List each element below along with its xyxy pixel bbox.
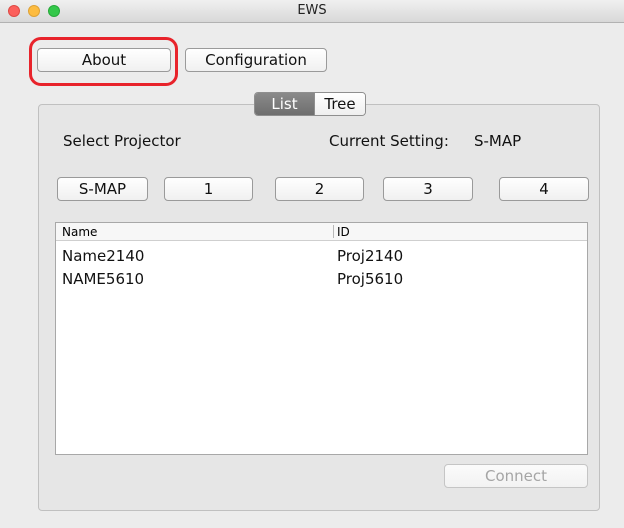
row-id-cell: Proj2140 <box>337 247 404 265</box>
column-header-name[interactable]: Name <box>62 225 97 239</box>
window-title: EWS <box>297 3 327 18</box>
projector-button-2[interactable]: 2 <box>275 177 364 201</box>
tab-list[interactable]: List <box>255 93 314 115</box>
connect-button[interactable]: Connect <box>444 464 588 488</box>
row-id-cell: Proj5610 <box>337 270 404 288</box>
tab-tree[interactable]: Tree <box>314 93 365 115</box>
projector-button-smap[interactable]: S-MAP <box>57 177 148 201</box>
table-header: Name ID <box>56 223 587 241</box>
row-name-cell: NAME5610 <box>62 270 145 288</box>
title-bar: EWS <box>0 0 624 23</box>
projector-table: Name ID Name2140 Proj2140 NAME5610 Proj5… <box>55 222 588 455</box>
view-segmented-control: List Tree <box>254 92 366 116</box>
projector-button-4[interactable]: 4 <box>499 177 589 201</box>
projector-button-3[interactable]: 3 <box>383 177 473 201</box>
ews-window: EWS About Configuration List Tree Select… <box>0 0 624 528</box>
projector-button-1[interactable]: 1 <box>164 177 253 201</box>
column-divider <box>333 225 334 238</box>
about-highlight-annotation <box>29 37 178 86</box>
select-projector-label: Select Projector <box>63 132 181 150</box>
configuration-button[interactable]: Configuration <box>185 48 327 72</box>
column-header-id[interactable]: ID <box>337 225 350 239</box>
current-setting-label: Current Setting: <box>329 132 449 150</box>
current-setting-value: S-MAP <box>474 132 522 150</box>
row-name-cell: Name2140 <box>62 247 145 265</box>
